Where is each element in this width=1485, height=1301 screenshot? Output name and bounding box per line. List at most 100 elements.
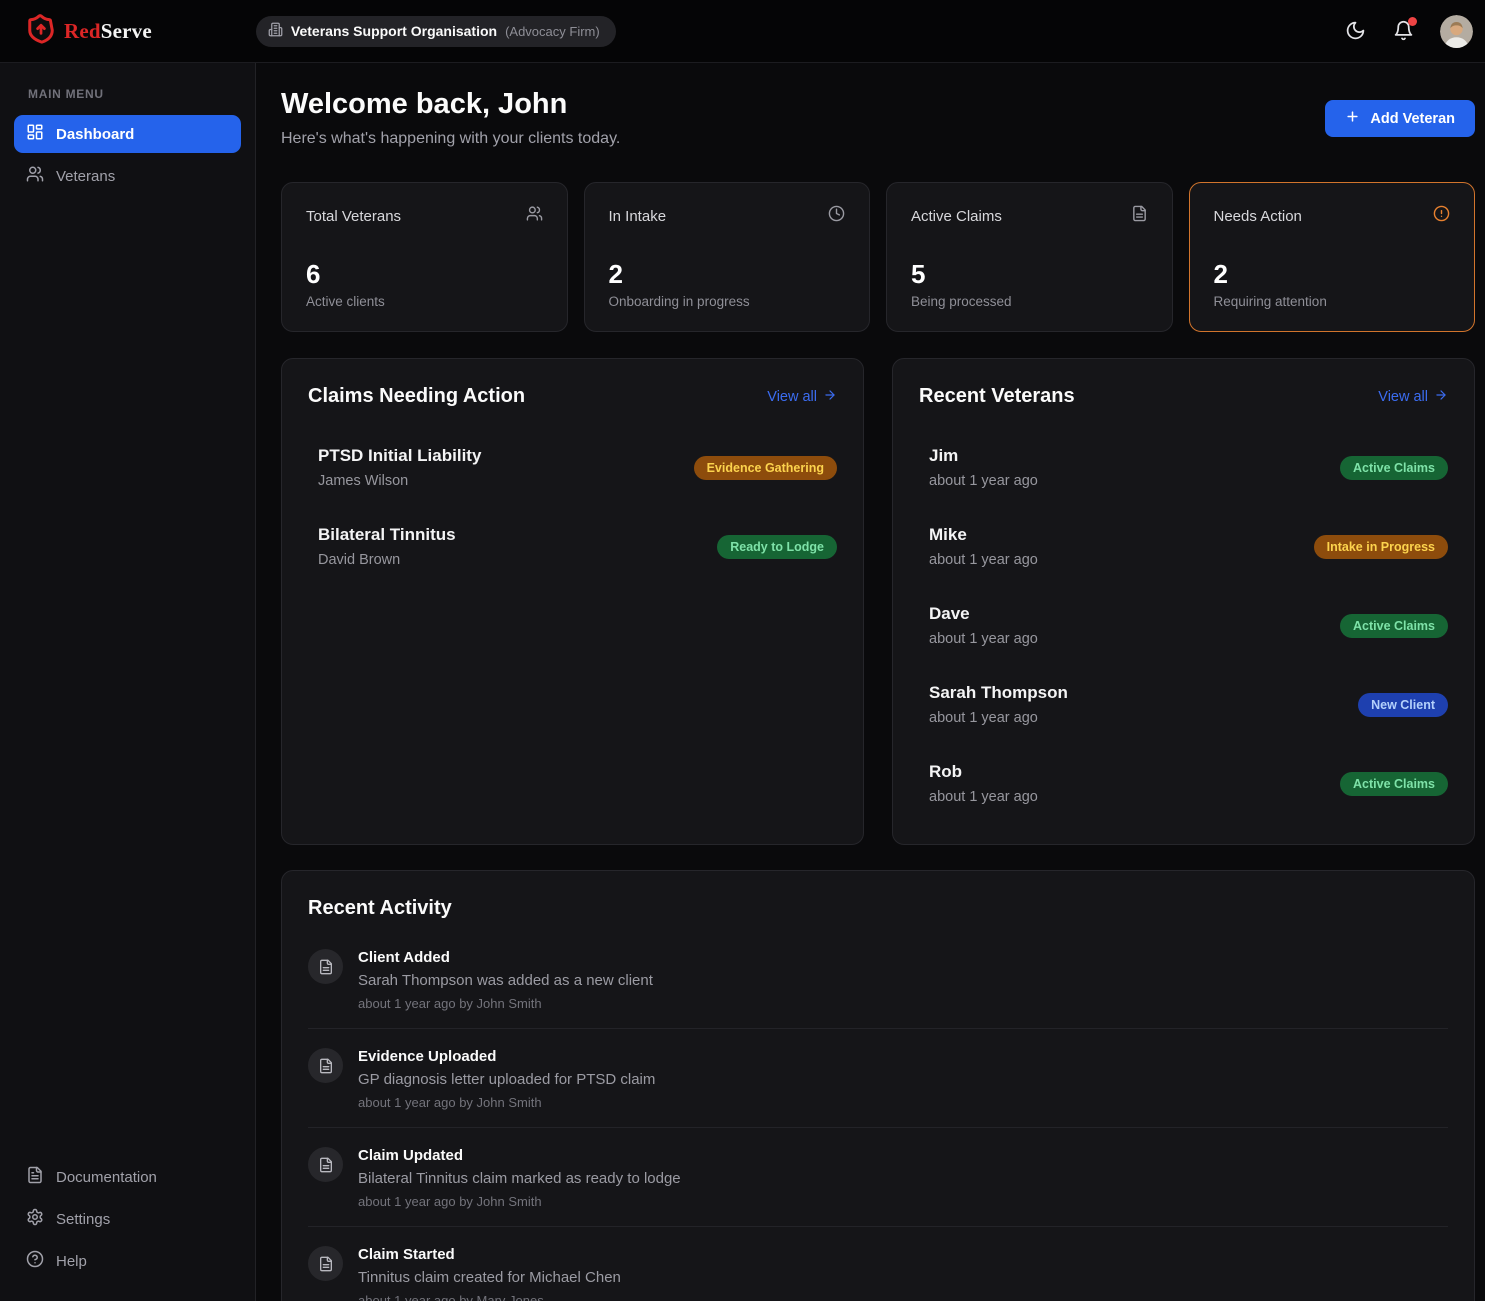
claim-client: David Brown <box>318 552 456 568</box>
claims-needing-action-panel: Claims Needing Action View all PTSD Init… <box>281 358 864 845</box>
page-title: Welcome back, John <box>281 88 620 121</box>
stat-value: 2 <box>1214 260 1451 289</box>
sidebar-item-help[interactable]: Help <box>14 1241 241 1281</box>
panel-title: Recent Activity <box>308 897 452 920</box>
stat-card-total-veterans: Total Veterans 6 Active clients <box>281 182 568 332</box>
topbar-actions <box>1344 15 1473 48</box>
sidebar-footer: Documentation Settings Help <box>14 1157 241 1287</box>
status-badge: Ready to Lodge <box>717 535 837 559</box>
sidebar-item-label: Settings <box>56 1211 110 1228</box>
activity-title: Evidence Uploaded <box>358 1048 655 1065</box>
veteran-name: Dave <box>929 604 1038 624</box>
panel-title: Recent Veterans <box>919 385 1075 408</box>
activity-meta: about 1 year ago by John Smith <box>358 1194 681 1209</box>
page-head: Welcome back, John Here's what's happeni… <box>281 88 1475 148</box>
topbar: RedServe Veterans Support Organisation (… <box>0 0 1485 63</box>
view-all-label: View all <box>1378 389 1428 405</box>
veteran-time: about 1 year ago <box>929 710 1068 726</box>
activity-title: Claim Started <box>358 1246 621 1263</box>
view-all-label: View all <box>767 389 817 405</box>
main-content: Welcome back, John Here's what's happeni… <box>256 63 1485 1301</box>
activity-item: Claim Started Tinnitus claim created for… <box>308 1227 1448 1301</box>
dashboard-grid-icon <box>26 123 44 145</box>
stat-caption: Onboarding in progress <box>609 294 846 309</box>
stat-title: Total Veterans <box>306 208 401 225</box>
activity-description: Bilateral Tinnitus claim marked as ready… <box>358 1170 681 1187</box>
veteran-name: Sarah Thompson <box>929 683 1068 703</box>
bell-icon <box>1393 29 1414 44</box>
stat-card-active-claims: Active Claims 5 Being processed <box>886 182 1173 332</box>
organisation-switcher[interactable]: Veterans Support Organisation (Advocacy … <box>256 16 616 47</box>
plus-icon <box>1345 109 1360 128</box>
shield-arrow-logo-icon <box>26 12 56 51</box>
notification-dot <box>1408 17 1417 26</box>
activity-meta: about 1 year ago by John Smith <box>358 996 653 1011</box>
stat-title: Needs Action <box>1214 208 1302 225</box>
stats-row: Total Veterans 6 Active clients In Intak… <box>281 182 1475 332</box>
sidebar-item-dashboard[interactable]: Dashboard <box>14 115 241 153</box>
document-icon <box>308 1147 343 1182</box>
activity-description: Sarah Thompson was added as a new client <box>358 972 653 989</box>
shell: MAIN MENU Dashboard Veterans <box>0 63 1485 1301</box>
sidebar-item-documentation[interactable]: Documentation <box>14 1157 241 1197</box>
help-circle-icon <box>26 1250 44 1272</box>
user-avatar[interactable] <box>1440 15 1473 48</box>
veterans-view-all-link[interactable]: View all <box>1378 388 1448 406</box>
activity-item: Evidence Uploaded GP diagnosis letter up… <box>308 1029 1448 1128</box>
sidebar-section-label: MAIN MENU <box>28 87 241 101</box>
add-veteran-button[interactable]: Add Veteran <box>1325 100 1475 137</box>
veteran-row[interactable]: Rob about 1 year ago Active Claims <box>919 762 1448 805</box>
gear-icon <box>26 1208 44 1230</box>
organisation-type: (Advocacy Firm) <box>505 24 600 39</box>
recent-activity-panel: Recent Activity Client Added Sarah Thomp… <box>281 870 1475 1301</box>
sidebar-item-veterans[interactable]: Veterans <box>14 157 241 195</box>
sidebar-item-label: Dashboard <box>56 126 134 143</box>
veteran-row[interactable]: Jim about 1 year ago Active Claims <box>919 446 1448 489</box>
veteran-time: about 1 year ago <box>929 552 1038 568</box>
stat-value: 6 <box>306 260 543 289</box>
activity-title: Client Added <box>358 949 653 966</box>
building-icon <box>268 22 283 40</box>
recent-veterans-panel: Recent Veterans View all Jim ab <box>892 358 1475 845</box>
veteran-time: about 1 year ago <box>929 789 1038 805</box>
veteran-row[interactable]: Sarah Thompson about 1 year ago New Clie… <box>919 683 1448 726</box>
stat-caption: Active clients <box>306 294 543 309</box>
activity-description: GP diagnosis letter uploaded for PTSD cl… <box>358 1071 655 1088</box>
claim-row[interactable]: PTSD Initial Liability James Wilson Evid… <box>308 446 837 489</box>
sidebar-item-settings[interactable]: Settings <box>14 1199 241 1239</box>
moon-icon <box>1345 29 1366 44</box>
activity-description: Tinnitus claim created for Michael Chen <box>358 1269 621 1286</box>
document-icon <box>308 949 343 984</box>
theme-toggle-button[interactable] <box>1344 20 1366 42</box>
veteran-row[interactable]: Mike about 1 year ago Intake in Progress <box>919 525 1448 568</box>
veteran-time: about 1 year ago <box>929 631 1038 647</box>
stat-title: In Intake <box>609 208 667 225</box>
add-veteran-label: Add Veteran <box>1370 111 1455 127</box>
claim-row[interactable]: Bilateral Tinnitus David Brown Ready to … <box>308 525 837 568</box>
veteran-name: Mike <box>929 525 1038 545</box>
document-icon <box>26 1166 44 1188</box>
status-badge: Active Claims <box>1340 772 1448 796</box>
claim-client: James Wilson <box>318 473 481 489</box>
activity-meta: about 1 year ago by John Smith <box>358 1095 655 1110</box>
status-badge: Active Claims <box>1340 456 1448 480</box>
sidebar-item-label: Documentation <box>56 1169 157 1186</box>
sidebar-item-label: Help <box>56 1253 87 1270</box>
document-icon <box>308 1246 343 1281</box>
users-icon <box>26 165 44 187</box>
status-badge: Intake in Progress <box>1314 535 1448 559</box>
claim-title: Bilateral Tinnitus <box>318 525 456 545</box>
claims-view-all-link[interactable]: View all <box>767 388 837 406</box>
panel-title: Claims Needing Action <box>308 385 525 408</box>
organisation-name: Veterans Support Organisation <box>291 23 497 39</box>
activity-meta: about 1 year ago by Mary Jones <box>358 1293 621 1301</box>
stat-caption: Requiring attention <box>1214 294 1451 309</box>
panels-row: Claims Needing Action View all PTSD Init… <box>281 358 1475 845</box>
activity-list: Client Added Sarah Thompson was added as… <box>282 920 1474 1301</box>
clock-icon <box>828 205 845 227</box>
users-icon <box>526 205 543 227</box>
notifications-button[interactable] <box>1392 20 1414 42</box>
veteran-row[interactable]: Dave about 1 year ago Active Claims <box>919 604 1448 647</box>
stat-title: Active Claims <box>911 208 1002 225</box>
stat-value: 2 <box>609 260 846 289</box>
